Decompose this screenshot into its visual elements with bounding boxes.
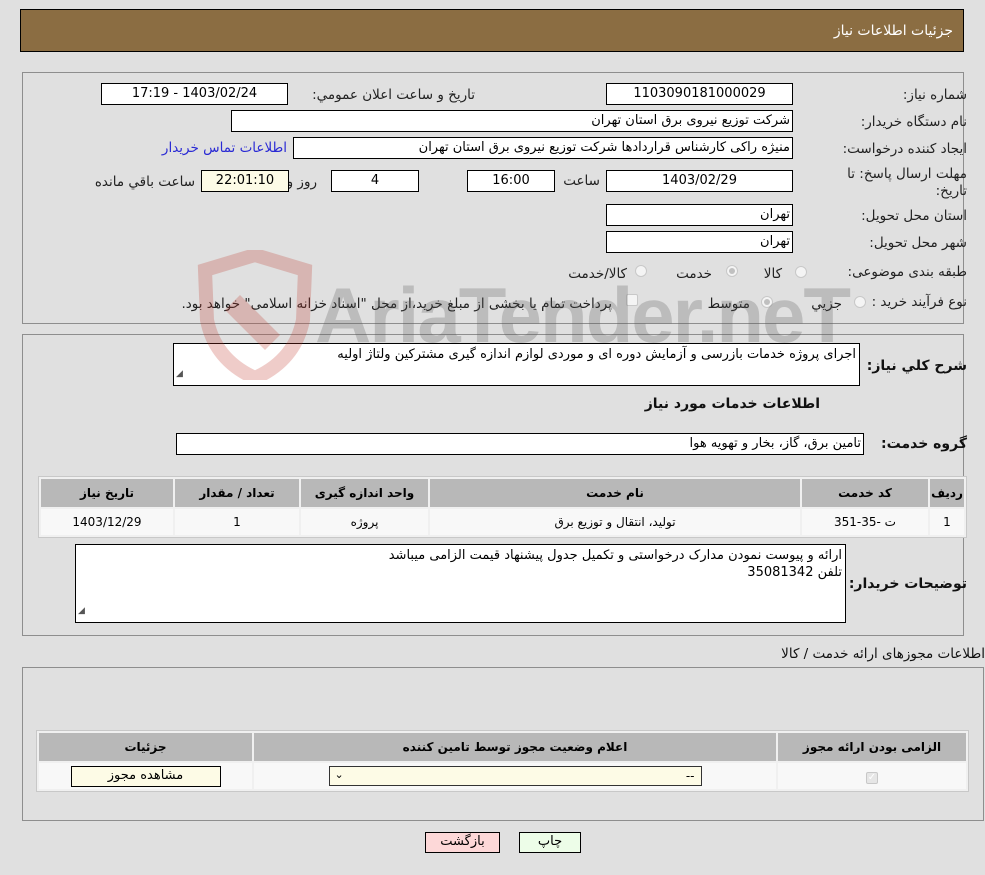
table-row: ✓ -- ⌄ مشاهده مجوز	[39, 763, 966, 789]
treasury-checkbox[interactable]	[626, 294, 638, 306]
col-need-date: تاريخ نياز	[41, 479, 173, 507]
process-minor-radio[interactable]	[854, 296, 866, 308]
deadline-date-field: 1403/02/29	[606, 170, 793, 192]
buyer-notes-line-2: تلفن 35081342	[747, 565, 842, 580]
process-medium-radio[interactable]	[761, 296, 773, 308]
cell-permit-required: ✓	[778, 763, 966, 789]
creator-field: منیژه راکی کارشناس قراردادها شرکت توزیع …	[293, 137, 793, 159]
cell-row: 1	[930, 509, 964, 535]
cell-service-name: تولید، انتقال و توزیع برق	[430, 509, 800, 535]
back-button[interactable]: بازگشت	[425, 832, 500, 853]
services-table: رديف کد خدمت نام خدمت واحد اندازه گيری ت…	[38, 476, 967, 538]
cell-service-code: ت -35-351	[802, 509, 928, 535]
buyer-contact-link[interactable]: اطلاعات تماس خریدار	[162, 140, 287, 156]
description-text: اجرای پروژه خدمات بازرسی و آزمایش دوره ا…	[337, 347, 856, 362]
category-label: طبقه بندی موضوعی:	[847, 264, 967, 280]
permit-status-value: --	[685, 769, 695, 783]
col-permit-required: الزامی بودن ارائه مجوز	[778, 733, 966, 761]
col-row: رديف	[930, 479, 964, 507]
creator-label: ایجاد کننده درخواست:	[842, 141, 967, 157]
permit-status-select[interactable]: -- ⌄	[328, 766, 702, 786]
page-header: جزئیات اطلاعات نیاز	[20, 9, 964, 52]
remaining-time-field: 22:01:10	[201, 170, 289, 192]
category-service-radio[interactable]	[726, 265, 738, 277]
col-permit-details: جزئیات	[39, 733, 252, 761]
description-textarea[interactable]: اجرای پروژه خدمات بازرسی و آزمایش دوره ا…	[173, 343, 860, 386]
chevron-down-icon: ⌄	[334, 768, 344, 781]
buyer-org-label: نام دستگاه خريدار:	[860, 114, 967, 130]
days-remaining-field: 4	[331, 170, 419, 192]
col-service-name: نام خدمت	[430, 479, 800, 507]
buyer-notes-label: توضيحات خريدار:	[848, 576, 967, 592]
city-field: تهران	[606, 231, 793, 253]
treasury-checkbox-label: پرداخت تمام یا بخشی از مبلغ خرید،از محل …	[181, 296, 612, 312]
remaining-time-label: ساعت باقي مانده	[94, 174, 195, 190]
col-service-code: کد خدمت	[802, 479, 928, 507]
need-number-field: 1103090181000029	[606, 83, 793, 105]
buyer-org-field: شرکت توزیع نیروی برق استان تهران	[231, 110, 793, 132]
deadline-label-2: تاريخ:	[935, 183, 967, 199]
process-minor-label: جزيي	[811, 296, 842, 312]
category-service-label: خدمت	[676, 266, 712, 282]
deadline-label: مهلت ارسال پاسخ: تا	[847, 166, 967, 182]
services-section-title: اطلاعات خدمات مورد نياز	[644, 396, 820, 412]
cell-unit: پروژه	[301, 509, 428, 535]
category-goods-label: کالا	[763, 266, 782, 282]
category-goods-service-radio[interactable]	[635, 265, 647, 277]
buyer-notes-line-1: ارائه و پیوست نمودن مدارک درخواستی و تکم…	[388, 548, 842, 563]
city-label: شهر محل تحویل:	[869, 235, 967, 251]
cell-quantity: 1	[175, 509, 299, 535]
category-goods-radio[interactable]	[795, 266, 807, 278]
description-label: شرح کلي نياز:	[866, 358, 967, 374]
col-unit: واحد اندازه گيری	[301, 479, 428, 507]
announce-date-label: تاریخ و ساعت اعلان عمومي:	[312, 87, 475, 103]
days-label: روز و	[286, 174, 317, 190]
province-label: استان محل تحویل:	[861, 208, 967, 224]
category-goods-service-label: کالا/خدمت	[568, 266, 627, 282]
announce-date-field: 1403/02/24 - 17:19	[101, 83, 288, 105]
process-medium-label: متوسط	[707, 296, 750, 312]
col-quantity: تعداد / مقدار	[175, 479, 299, 507]
service-group-field: تامین برق، گاز، بخار و تهویه هوا	[176, 433, 864, 455]
permits-table: الزامی بودن ارائه مجوز اعلام وضعیت مجوز …	[36, 730, 969, 792]
permits-section-title: اطلاعات مجوزهای ارائه خدمت / کالا	[781, 646, 985, 662]
table-row: 1 ت -35-351 تولید، انتقال و توزیع برق پر…	[41, 509, 964, 535]
process-label: نوع فرآیند خرید :	[871, 294, 967, 310]
print-button[interactable]: چاپ	[519, 832, 581, 853]
permits-table-header: الزامی بودن ارائه مجوز اعلام وضعیت مجوز …	[39, 733, 966, 761]
deadline-time-field: 16:00	[467, 170, 555, 192]
resize-grip-icon[interactable]: ◢	[176, 366, 183, 383]
cell-permit-status: -- ⌄	[254, 763, 776, 789]
page-title: جزئیات اطلاعات نیاز	[833, 23, 953, 39]
permit-required-checkbox[interactable]: ✓	[866, 771, 878, 784]
resize-grip-icon[interactable]: ◢	[78, 603, 85, 620]
cell-need-date: 1403/12/29	[41, 509, 173, 535]
buyer-notes-textarea[interactable]: ارائه و پیوست نمودن مدارک درخواستی و تکم…	[75, 544, 846, 623]
deadline-time-label: ساعت	[563, 173, 600, 189]
col-permit-status: اعلام وضعیت مجوز توسط تامین کننده	[254, 733, 776, 761]
service-group-label: گروه خدمت:	[881, 436, 967, 452]
province-field: تهران	[606, 204, 793, 226]
cell-permit-details: مشاهده مجوز	[39, 763, 252, 789]
view-permit-button[interactable]: مشاهده مجوز	[70, 765, 221, 787]
services-table-header: رديف کد خدمت نام خدمت واحد اندازه گيری ت…	[41, 479, 964, 507]
need-number-label: شماره نیاز:	[902, 87, 967, 103]
